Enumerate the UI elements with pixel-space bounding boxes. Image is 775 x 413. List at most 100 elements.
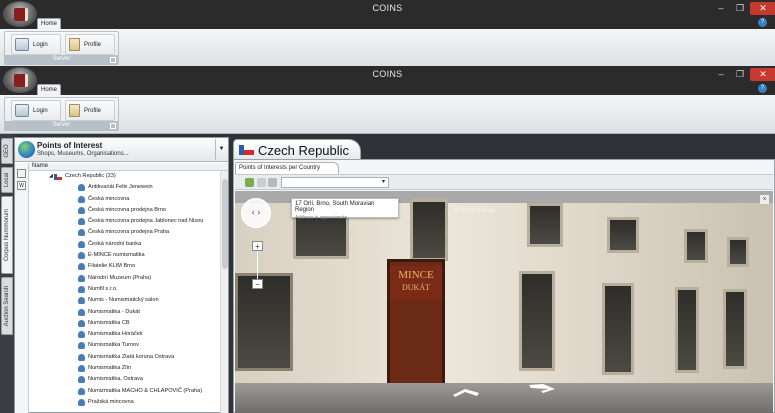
tree-item-label: Národní Muzeum (Praha) (88, 274, 152, 281)
scroll-thumb[interactable] (222, 179, 228, 269)
group-launcher-icon[interactable] (110, 57, 116, 63)
popup-note: Address is approximate (295, 215, 348, 221)
zoom-out-button[interactable]: − (252, 279, 263, 289)
minimize-button[interactable]: – (712, 2, 730, 15)
tree-item[interactable]: Numismatika CB (29, 318, 220, 329)
building-window (607, 217, 639, 253)
app-menu-icon[interactable] (3, 1, 37, 27)
tree-item-label: Numfil s.r.o. (88, 285, 118, 292)
tree-item[interactable]: Česká mincovna prodejna Praha (29, 227, 220, 238)
vtab-local[interactable]: Local (1, 167, 13, 193)
street-view[interactable]: MINCE DUKÁT © 2013 Google + − 17 Orlí, B… (235, 191, 773, 413)
profile-label: Profile (84, 41, 102, 48)
person-icon (78, 387, 85, 395)
nav-arrow-left-icon[interactable] (451, 387, 481, 397)
nav-arrow-right-icon[interactable] (527, 383, 557, 393)
close-icon[interactable]: × (760, 195, 769, 204)
poi-selector[interactable]: Points of Interest Shops, Museums, Organ… (15, 138, 228, 162)
tree-item-label: Numismatika Zlatá koruna Ostrava (88, 353, 175, 360)
close-button-2[interactable]: ✕ (750, 68, 775, 81)
login-icon (15, 38, 29, 51)
poi-panel: Points of Interest Shops, Museums, Organ… (14, 137, 229, 413)
vtab-auction-search[interactable]: Auction Search (1, 277, 13, 335)
tree-item[interactable]: Numismatika Horáček (29, 329, 220, 340)
person-icon (78, 184, 85, 192)
popup-address: 17 Orlí, Brno, South Moravian Region (295, 201, 375, 213)
web-icon[interactable]: W (17, 181, 26, 190)
person-icon (78, 252, 85, 260)
tree-item[interactable]: Numismatika - Dukát (29, 307, 220, 318)
profile-button-2[interactable]: Profile (65, 100, 115, 121)
expand-arrow-icon[interactable]: ◢ (49, 171, 53, 182)
compass-icon[interactable] (241, 198, 271, 228)
map-toolbar: ▾ (235, 174, 773, 190)
minimize-button-2[interactable]: – (712, 68, 730, 81)
vertical-tabs: GEO Local Corpus Nummorum Auction Search (0, 134, 14, 413)
tree-item[interactable]: Filatelie KLIM Brno (29, 261, 220, 272)
person-icon (78, 206, 85, 214)
restore-button[interactable]: ❐ (731, 2, 749, 15)
help-icon-2[interactable]: ? (758, 84, 767, 93)
tree-item[interactable]: Numismatika Zlín (29, 363, 220, 374)
person-icon (78, 285, 85, 293)
map-view-icon[interactable] (245, 178, 254, 187)
ribbon-group-server: Login Profile Server (4, 31, 119, 65)
layer-icon[interactable] (268, 178, 277, 187)
help-icon[interactable]: ? (758, 18, 767, 27)
shop-window (675, 287, 699, 373)
person-icon (78, 376, 85, 384)
tree-item[interactable]: Numismatika Turnov (29, 340, 220, 351)
vtab-geo[interactable]: GEO (1, 138, 13, 164)
close-button[interactable]: ✕ (750, 2, 775, 15)
tree-item[interactable]: Česká mincovna prodejna Brno (29, 205, 220, 216)
tree-item[interactable]: Česká mincovna prodejna Jablonec nad Nis… (29, 216, 220, 227)
tree-item[interactable]: E-MINCE numismatika (29, 250, 220, 261)
tab-points-per-country[interactable]: Points of Interests per Country (235, 162, 339, 174)
restore-button-2[interactable]: ❐ (731, 68, 749, 81)
login-button-2[interactable]: Login (11, 100, 61, 121)
location-select[interactable]: ▾ (281, 177, 389, 188)
poi-scrollbar[interactable] (220, 171, 228, 413)
building-window (410, 199, 448, 261)
map-pin-icon[interactable] (17, 169, 26, 178)
tree-item[interactable]: Numis - Numismatický salon (29, 295, 220, 306)
person-icon (78, 297, 85, 305)
tree-root-czech-republic[interactable]: ◢ Czech Republic (23) (29, 171, 220, 182)
column-header-name[interactable]: Name (29, 163, 228, 171)
profile-button[interactable]: Profile (65, 34, 115, 55)
tree-item[interactable]: Česká národní banka (29, 239, 220, 250)
tree-item[interactable]: Národní Muzeum (Praha) (29, 273, 220, 284)
tree-item[interactable]: Numismatika, Ostrava (29, 374, 220, 385)
login-button[interactable]: Login (11, 34, 61, 55)
profile-label: Profile (84, 107, 102, 114)
person-icon (78, 218, 85, 226)
ribbon: Login Profile Server (0, 29, 775, 68)
vtab-corpus-nummorum[interactable]: Corpus Nummorum (1, 196, 13, 274)
ribbon-2: Login Profile Server (0, 95, 775, 134)
group-label-server-2: Server (5, 121, 118, 130)
tab-home[interactable]: Home (37, 18, 61, 29)
tree-item[interactable]: Numfil s.r.o. (29, 284, 220, 295)
country-panel: Czech Republic Points of Interests per C… (231, 137, 775, 413)
street-view-icon[interactable] (257, 178, 266, 187)
chevron-down-icon[interactable]: ▼ (215, 139, 227, 160)
person-icon (78, 342, 85, 350)
tree-item[interactable]: Pražská mincovna (29, 397, 220, 408)
zoom-in-button[interactable]: + (252, 241, 263, 251)
tree-root-label: Czech Republic (23) (65, 173, 116, 179)
poi-title: Points of Interest (37, 141, 103, 150)
tree-item[interactable]: Numizmatika MACHO & CHLAPOVIČ (Praha) (29, 386, 220, 397)
tree-item[interactable]: Antikvariát Felix Jenewein (29, 182, 220, 193)
tree-item[interactable]: Česká mincovna (29, 194, 220, 205)
tab-country[interactable]: Czech Republic (233, 139, 361, 159)
tree-item-label: Numismatika Turnov (88, 342, 139, 349)
czech-flag-icon (54, 174, 62, 180)
tree-item[interactable]: Numismatika Zlatá koruna Ostrava (29, 352, 220, 363)
tab-home-2[interactable]: Home (37, 84, 61, 95)
group-launcher-icon-2[interactable] (110, 123, 116, 129)
person-icon (78, 274, 85, 282)
app-menu-icon-2[interactable] (3, 67, 37, 93)
country-title: Czech Republic (258, 143, 350, 158)
person-icon (78, 398, 85, 406)
person-icon (78, 195, 85, 203)
